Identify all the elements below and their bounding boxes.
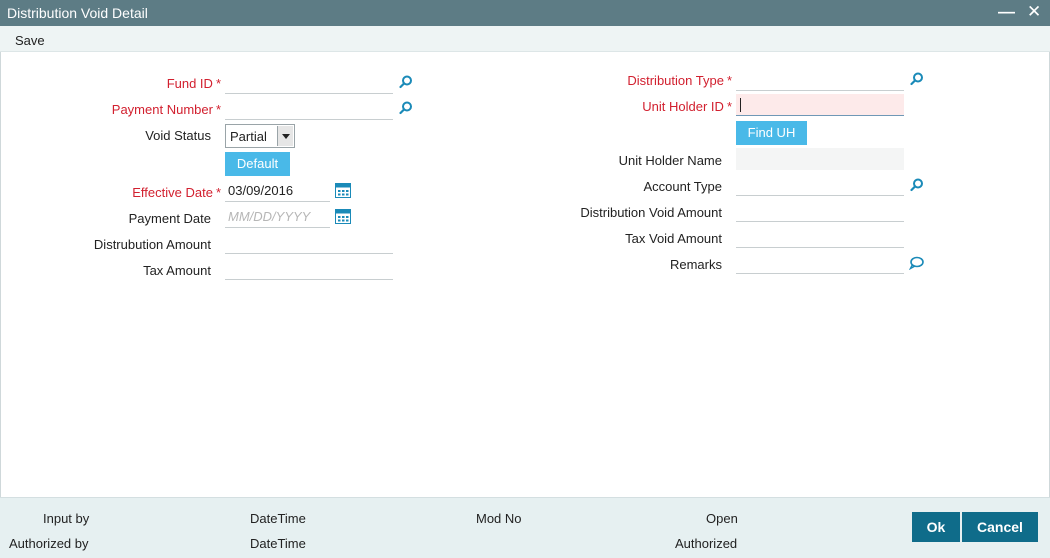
tax-void-amount-input[interactable] <box>736 226 904 248</box>
effective-date-input[interactable] <box>225 180 330 202</box>
calendar-icon[interactable] <box>335 183 351 198</box>
input-by-label: Input by <box>43 511 90 526</box>
mod-no-label: Mod No <box>476 511 522 526</box>
text-cursor <box>740 98 741 112</box>
void-status-select[interactable]: Partial <box>225 124 295 148</box>
authorized-datetime-label: DateTime <box>250 536 306 551</box>
payment-date-label: Payment Date <box>128 211 211 226</box>
distribution-void-amount-input[interactable] <box>736 200 904 222</box>
tax-amount-input[interactable] <box>225 258 393 280</box>
void-status-value: Partial <box>230 129 267 144</box>
save-menu-item[interactable]: Save <box>15 33 45 48</box>
authorization-status-label: Authorized <box>675 536 738 551</box>
authorized-by-label: Authorized by <box>9 536 89 551</box>
payment-number-input[interactable] <box>225 98 393 120</box>
minimize-icon[interactable]: — <box>998 2 1015 22</box>
effective-date-label: Effective Date * <box>132 185 221 200</box>
distribution-amount-input[interactable] <box>225 232 393 254</box>
form-area: Fund ID * Payment Number * Void Status Par… <box>0 52 1050 497</box>
payment-number-label: Payment Number * <box>111 102 221 117</box>
payment-date-input[interactable] <box>225 206 330 228</box>
search-icon[interactable] <box>910 178 924 192</box>
account-type-label: Account Type <box>643 179 722 194</box>
search-icon[interactable] <box>399 101 413 115</box>
distribution-type-input[interactable] <box>736 69 904 91</box>
menu-bar: Save <box>0 26 1050 52</box>
distribution-amount-label: Distrubution Amount <box>93 237 211 252</box>
unit-holder-name-label: Unit Holder Name <box>618 153 722 168</box>
unit-holder-name-field <box>736 148 904 170</box>
title-bar: Distribution Void Detail — ✕ <box>0 0 1050 26</box>
record-status-label: Open <box>706 511 738 526</box>
cancel-button[interactable]: Cancel <box>962 512 1038 542</box>
distribution-type-label: Distribution Type * <box>627 73 732 88</box>
window-title: Distribution Void Detail <box>7 5 148 21</box>
void-status-label: Void Status <box>145 128 211 143</box>
input-datetime-label: DateTime <box>250 511 306 526</box>
unit-holder-id-label: Unit Holder ID * <box>642 99 732 114</box>
tax-void-amount-label: Tax Void Amount <box>625 231 722 246</box>
search-icon[interactable] <box>399 75 413 89</box>
fund-id-input[interactable] <box>225 72 393 94</box>
speech-bubble-icon[interactable] <box>909 256 924 270</box>
remarks-input[interactable] <box>736 252 904 274</box>
search-icon[interactable] <box>910 72 924 86</box>
find-uh-button[interactable]: Find UH <box>736 121 807 145</box>
ok-button[interactable]: Ok <box>912 512 960 542</box>
chevron-down-icon[interactable] <box>277 126 293 146</box>
fund-id-label: Fund ID * <box>166 76 221 91</box>
default-button[interactable]: Default <box>225 152 290 176</box>
calendar-icon[interactable] <box>335 209 351 224</box>
unit-holder-id-input[interactable] <box>736 94 904 116</box>
close-icon[interactable]: ✕ <box>1027 2 1041 22</box>
distribution-void-amount-label: Distribution Void Amount <box>580 205 722 220</box>
account-type-input[interactable] <box>736 174 904 196</box>
audit-footer: Input by Authorized by DateTime DateTime… <box>0 497 1050 558</box>
tax-amount-label: Tax Amount <box>143 263 211 278</box>
remarks-label: Remarks <box>669 257 722 272</box>
